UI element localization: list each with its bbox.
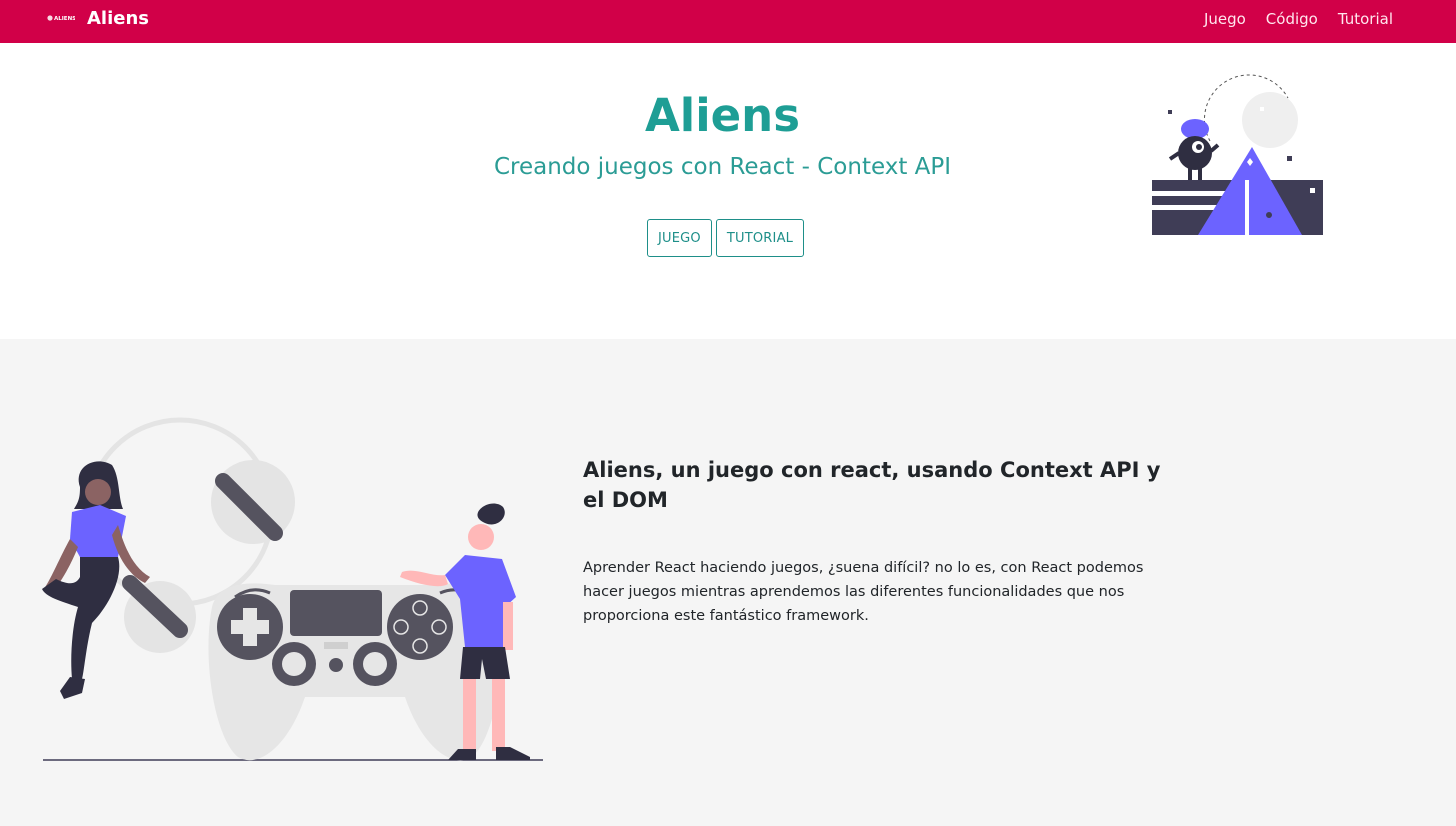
hero-section: Aliens Creando juegos con React - Contex… <box>0 43 1456 339</box>
tutorial-button[interactable]: TUTORIAL <box>715 219 805 257</box>
gamepad-people-illustration <box>42 417 543 761</box>
svg-text:ALIENS: ALIENS <box>54 16 75 22</box>
nav-link-juego[interactable]: Juego <box>1204 10 1246 28</box>
feature-section: Aliens, un juego con react, usando Conte… <box>0 339 1456 826</box>
hero-buttons: JUEGO TUTORIAL <box>647 219 805 257</box>
brand-logo-icon[interactable]: ALIENS <box>47 13 75 23</box>
juego-button[interactable]: JUEGO <box>647 219 712 257</box>
brand-name[interactable]: Aliens <box>87 8 149 30</box>
nav-links: Juego Código Tutorial <box>1184 10 1393 28</box>
nav-link-codigo[interactable]: Código <box>1266 10 1318 28</box>
nav-link-tutorial[interactable]: Tutorial <box>1338 10 1393 28</box>
feature-description: Aprender React haciendo juegos, ¿suena d… <box>583 560 1144 624</box>
feature-heading: Aliens, un juego con react, usando Conte… <box>583 458 1161 512</box>
alien-pyramid-illustration <box>1152 74 1323 235</box>
navbar: ALIENS Aliens Juego Código Tutorial <box>0 0 1456 43</box>
